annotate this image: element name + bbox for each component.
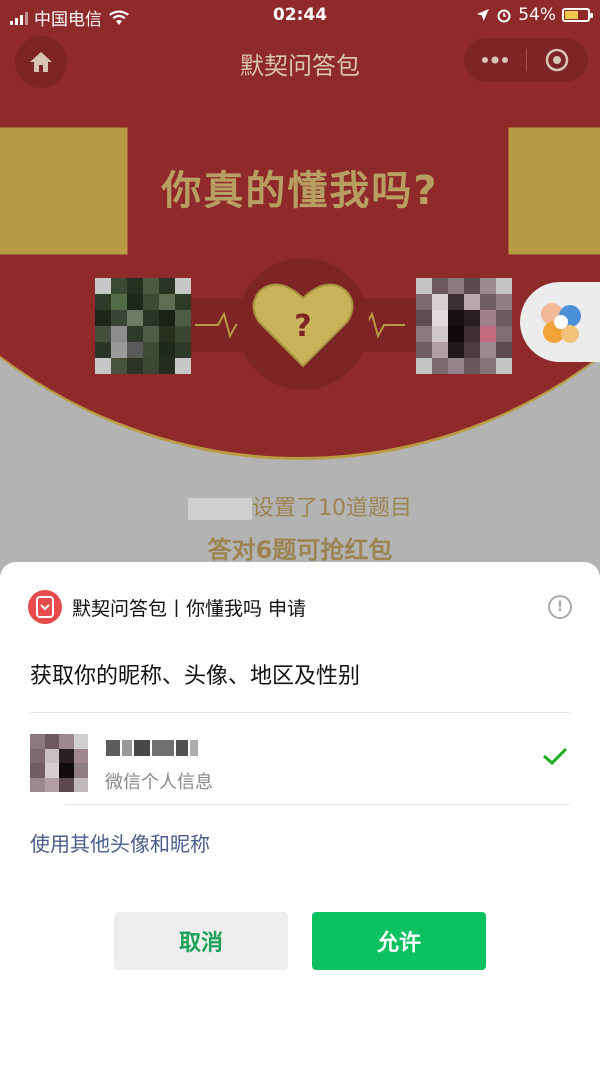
reward-info: 答对6题可抢红包 bbox=[207, 536, 393, 564]
blurred-name bbox=[188, 498, 252, 520]
mini-program-nav: 默契问答包 bbox=[0, 34, 600, 88]
alarm-icon bbox=[497, 9, 511, 23]
left-avatar bbox=[95, 278, 191, 374]
auth-sheet: 默契问答包丨你懂我吗 申请 ! 获取你的昵称、头像、地区及性别 微信个人信息 使… bbox=[0, 562, 600, 1066]
user-option-desc: 微信个人信息 bbox=[105, 772, 213, 793]
auth-request-title: 默契问答包丨你懂我吗 申请 bbox=[72, 597, 307, 620]
right-avatar bbox=[416, 278, 512, 374]
close-mini-program-button[interactable] bbox=[527, 38, 589, 82]
floating-ball-button[interactable] bbox=[520, 282, 600, 362]
page-headline: 你真的懂我吗? bbox=[161, 168, 439, 214]
divider bbox=[65, 804, 570, 805]
heart-badge: ? bbox=[237, 258, 369, 390]
auth-description: 获取你的昵称、头像、地区及性别 bbox=[30, 664, 361, 689]
question-info: 设置了10道题目 bbox=[0, 490, 600, 522]
heart-question-mark: ? bbox=[294, 309, 311, 344]
location-icon bbox=[477, 9, 490, 21]
wechat-profile-option[interactable]: 微信个人信息 bbox=[30, 734, 570, 794]
target-icon bbox=[546, 48, 569, 72]
divider bbox=[30, 712, 570, 713]
battery-icon bbox=[562, 8, 593, 22]
info-icon[interactable]: ! bbox=[548, 595, 572, 619]
user-nickname-blurred bbox=[106, 738, 198, 758]
battery-percent: 54% bbox=[518, 5, 556, 25]
more-button[interactable] bbox=[464, 38, 526, 82]
status-bar: 中国电信 02:44 54% bbox=[0, 0, 600, 30]
capsule-menu bbox=[464, 38, 588, 82]
auth-header: 默契问答包丨你懂我吗 申请 ! bbox=[28, 588, 572, 626]
more-icon bbox=[481, 56, 508, 64]
question-count-text: 设置了10道题目 bbox=[252, 496, 412, 521]
app-icon bbox=[28, 590, 62, 624]
allow-button[interactable]: 允许 bbox=[312, 912, 486, 970]
use-other-profile-link[interactable]: 使用其他头像和昵称 bbox=[30, 828, 210, 857]
color-balls-icon bbox=[541, 303, 581, 343]
cancel-button[interactable]: 取消 bbox=[114, 912, 288, 970]
heart-icon: ? bbox=[252, 283, 354, 368]
user-avatar bbox=[30, 734, 88, 792]
check-icon bbox=[543, 747, 568, 766]
